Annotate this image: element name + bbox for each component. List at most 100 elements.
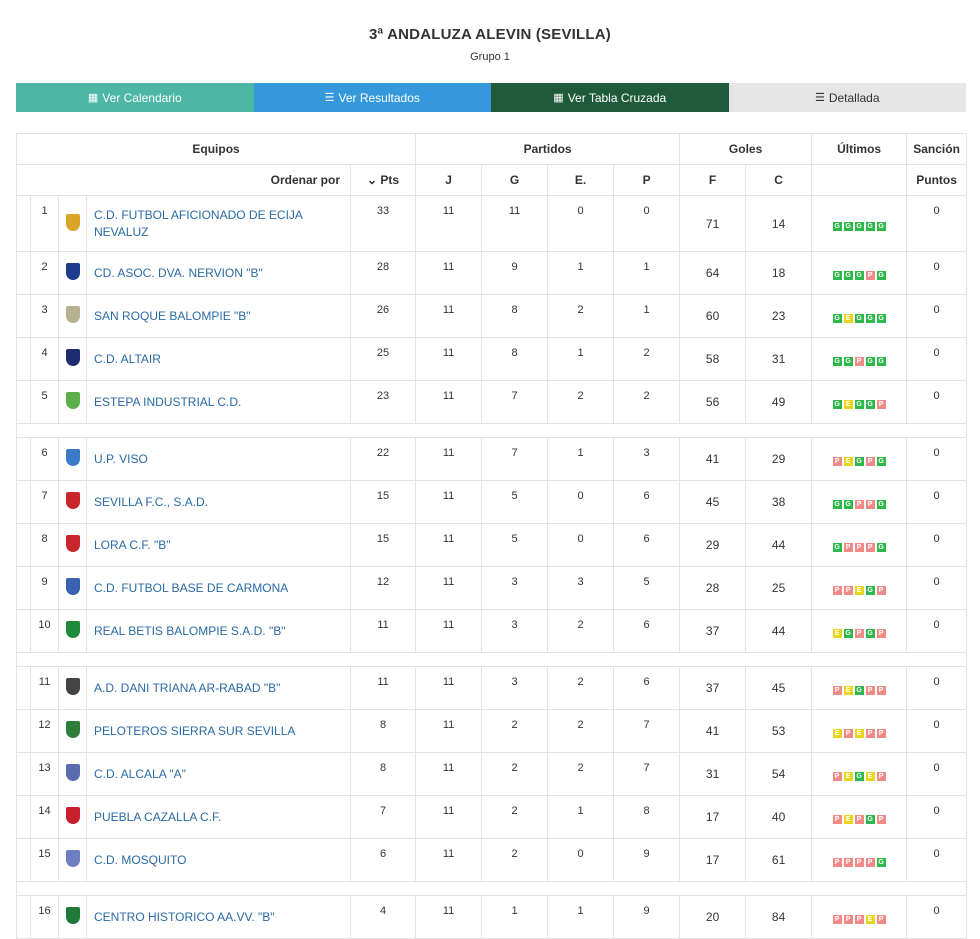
result-badge: P	[843, 729, 853, 738]
goals-against: 45	[745, 666, 813, 710]
points: 33	[349, 195, 417, 252]
result-badge: G	[876, 357, 886, 366]
team-name-link[interactable]: SAN ROQUE BALOMPIE "B"	[86, 294, 351, 338]
sanction-points: 0	[906, 195, 968, 252]
row-spacer	[16, 609, 31, 653]
team-shield-icon	[58, 838, 87, 882]
table-row: 15 C.D. MOSQUITO 6 11 2 0 9 17 61 P P P P G 0	[16, 838, 968, 882]
goals-against: 61	[745, 838, 813, 882]
played: 11	[415, 566, 483, 610]
result-badge: P	[865, 271, 875, 280]
position: 6	[30, 437, 59, 481]
result-badge: E	[832, 729, 842, 738]
played: 11	[415, 609, 483, 653]
result-badge: P	[876, 915, 886, 924]
row-spacer	[16, 337, 31, 381]
result-badge: E	[843, 772, 853, 781]
drawn: 2	[547, 752, 615, 796]
result-badge: G	[865, 221, 875, 231]
table-row: 3 SAN ROQUE BALOMPIE "B" 26 11 8 2 1 60 23 G E G G G 0	[16, 294, 968, 338]
team-name-link[interactable]: LORA C.F. "B"	[86, 523, 351, 567]
drawn: 1	[547, 895, 615, 939]
team-name-link[interactable]: REAL BETIS BALOMPIE S.A.D. "B"	[86, 609, 351, 653]
team-shield-icon	[58, 609, 87, 653]
result-badge: P	[876, 772, 886, 781]
tab-calendario[interactable]: ▦ Ver Calendario	[16, 83, 254, 112]
result-badge: G	[865, 357, 875, 366]
goals-for: 17	[679, 795, 747, 839]
last-results: GGGPG	[811, 251, 908, 295]
team-name-link[interactable]: A.D. DANI TRIANA AR-RABAD "B"	[86, 666, 351, 710]
header-ultimos-empty	[811, 164, 908, 196]
won: 2	[481, 752, 549, 796]
last-results: GPPPG	[811, 523, 908, 567]
header-f: F	[679, 164, 747, 196]
group-subtitle: Grupo 1	[470, 51, 510, 63]
team-name-link[interactable]: C.D. ALCALA "A"	[86, 752, 351, 796]
lost: 6	[613, 666, 681, 710]
result-badge: P	[832, 915, 842, 924]
lost: 9	[613, 838, 681, 882]
team-name-link[interactable]: CENTRO HISTORICO AA.VV. "B"	[86, 895, 351, 939]
goals-for: 37	[679, 609, 747, 653]
row-spacer	[16, 437, 31, 481]
team-name-link[interactable]: ESTEPA INDUSTRIAL C.D.	[86, 380, 351, 424]
tab-label: Detallada	[828, 90, 880, 105]
last-results: GGPGG	[811, 337, 908, 381]
team-name-link[interactable]: C.D. MOSQUITO	[86, 838, 351, 882]
sanction-points: 0	[906, 752, 968, 796]
team-name-link[interactable]: U.P. VISO	[86, 437, 351, 481]
team-name-link[interactable]: CD. ASOC. DVA. NERVION "B"	[86, 251, 351, 295]
team-shield-icon	[58, 752, 87, 796]
team-name-link[interactable]: C.D. FUTBOL BASE DE CARMONA	[86, 566, 351, 610]
points: 4	[349, 895, 417, 939]
last-results: PPEGP	[811, 566, 908, 610]
team-name-link[interactable]: SEVILLA F.C., S.A.D.	[86, 480, 351, 524]
result-badge: G	[854, 457, 864, 466]
result-badge: G	[832, 314, 842, 323]
points: 23	[349, 380, 417, 424]
row-spacer	[16, 752, 31, 796]
result-badge: P	[832, 772, 842, 781]
drawn: 0	[547, 838, 615, 882]
team-name-link[interactable]: PELOTEROS SIERRA SUR SEVILLA	[86, 709, 351, 753]
result-badge: E	[843, 400, 853, 409]
table-row: 16 CENTRO HISTORICO AA.VV. "B" 4 11 1 1 9 20 84 P…	[16, 895, 968, 939]
team-shield-icon	[58, 437, 87, 481]
position: 9	[30, 566, 59, 610]
goals-for: 20	[679, 895, 747, 939]
team-shield-icon	[58, 195, 87, 252]
goals-against: 18	[745, 251, 813, 295]
row-spacer	[16, 195, 31, 252]
team-name-link[interactable]: C.D. ALTAIR	[86, 337, 351, 381]
result-badge: G	[865, 629, 875, 638]
tab-resultados[interactable]: ☰ Ver Resultados	[253, 83, 491, 112]
played: 11	[415, 523, 483, 567]
tab-detallada[interactable]: ☰ Detallada	[728, 83, 966, 112]
separator-cell	[15, 423, 968, 438]
goals-for: 60	[679, 294, 747, 338]
points: 6	[349, 838, 417, 882]
goals-against: 53	[745, 709, 813, 753]
result-badge: G	[832, 357, 842, 366]
team-name-link[interactable]: PUEBLA CAZALLA C.F.	[86, 795, 351, 839]
result-badge: G	[843, 500, 853, 509]
separator-cell	[15, 881, 968, 896]
row-spacer	[16, 480, 31, 524]
points: 25	[349, 337, 417, 381]
team-name-link[interactable]: C.D. FUTBOL AFICIONADO DE ECIJA NEVALUZ	[86, 195, 351, 252]
won: 5	[481, 523, 549, 567]
sort-pts-button[interactable]: ⌄ Pts	[349, 164, 417, 196]
sanction-points: 0	[906, 609, 968, 653]
lost: 3	[613, 437, 681, 481]
row-spacer	[16, 709, 31, 753]
lost: 5	[613, 566, 681, 610]
drawn: 2	[547, 709, 615, 753]
lost: 9	[613, 895, 681, 939]
team-shield-icon	[58, 895, 87, 939]
result-badge: E	[832, 629, 842, 638]
last-results: PPPPG	[811, 838, 908, 882]
won: 11	[481, 195, 549, 252]
tab-tabla-cruzada[interactable]: ▦ Ver Tabla Cruzada	[491, 83, 729, 112]
table-row: 1 C.D. FUTBOL AFICIONADO DE ECIJA NEVALUZ…	[16, 195, 968, 252]
